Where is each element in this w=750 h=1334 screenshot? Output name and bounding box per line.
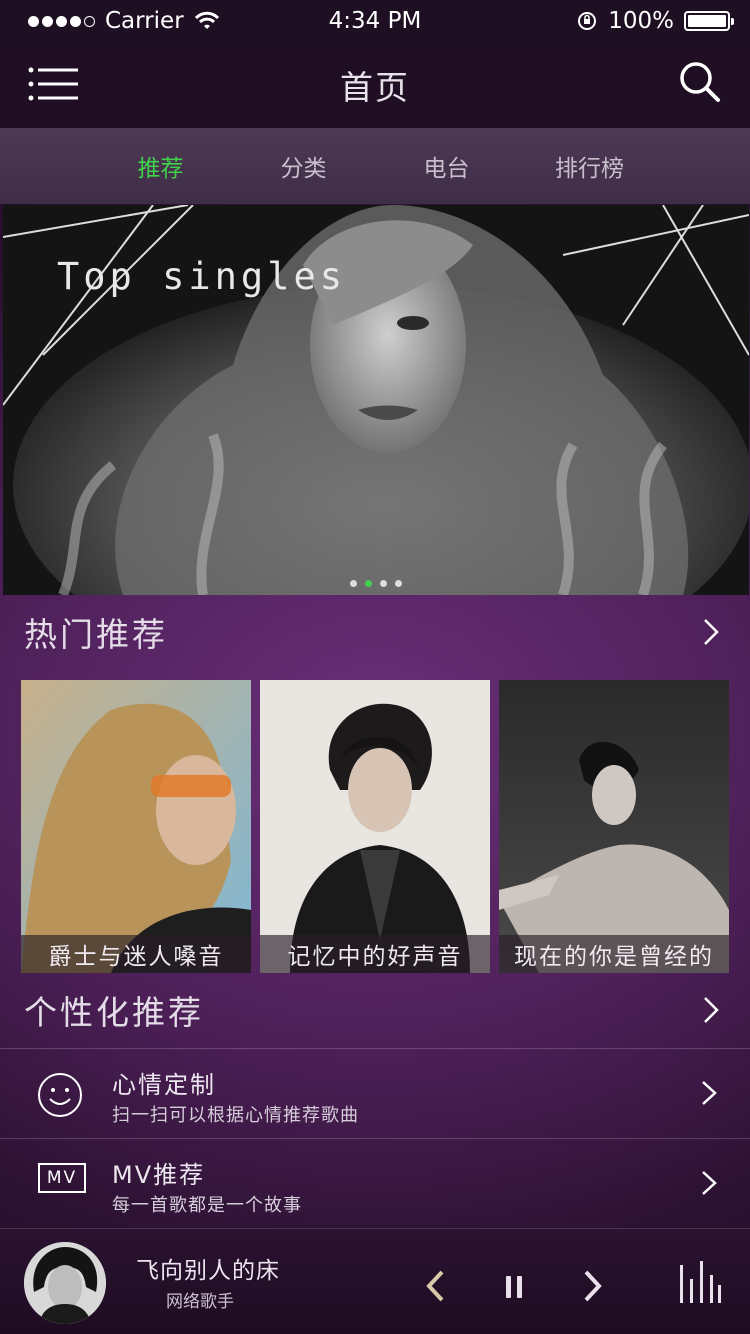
hot-cards: 爵士与迷人嗓音 记忆中的好声音 现在的你是曾经的 — [21, 680, 729, 973]
status-left: Carrier — [28, 8, 220, 34]
personal-section-header[interactable]: 个性化推荐 — [0, 980, 750, 1040]
hot-section-header[interactable]: 热门推荐 — [0, 602, 750, 662]
battery-percent: 100% — [608, 8, 674, 34]
next-icon[interactable] — [582, 1269, 604, 1303]
banner-title: Top singles — [57, 255, 347, 298]
status-right: 100% — [576, 8, 734, 34]
carousel-dot[interactable] — [380, 580, 387, 587]
carousel-dot[interactable] — [395, 580, 402, 587]
previous-icon[interactable] — [424, 1269, 446, 1303]
pause-icon[interactable] — [504, 1274, 524, 1300]
mini-player[interactable]: 飞向别人的床 网络歌手 — [0, 1228, 750, 1334]
signal-icon — [28, 15, 95, 27]
playlist-bars-icon[interactable] — [678, 1259, 722, 1305]
wifi-icon — [194, 11, 219, 29]
row-title: 心情定制 — [112, 1071, 216, 1099]
row-subtitle: 每一首歌都是一个故事 — [112, 1195, 302, 1216]
chevron-right-icon[interactable] — [700, 1169, 718, 1197]
card-image — [499, 680, 729, 973]
search-icon[interactable] — [678, 60, 722, 104]
carousel-dot-active[interactable] — [365, 580, 372, 587]
chevron-right-icon[interactable] — [702, 995, 720, 1025]
mv-icon: MV — [38, 1163, 86, 1193]
tab-charts[interactable]: 排行榜 — [518, 149, 661, 183]
artist-name: 网络歌手 — [166, 1292, 234, 1312]
hot-card[interactable]: 记忆中的好声音 — [260, 680, 490, 973]
page-title: 首页 — [340, 68, 410, 107]
category-tabs: 推荐 分类 电台 排行榜 — [0, 128, 750, 204]
song-title: 飞向别人的床 — [136, 1258, 280, 1284]
carousel-dots — [3, 580, 749, 587]
banner-carousel[interactable]: Top singles — [3, 205, 749, 595]
hot-card[interactable]: 现在的你是曾经的 — [499, 680, 729, 973]
chevron-right-icon[interactable] — [702, 617, 720, 647]
list-item-mood[interactable]: 心情定制 扫一扫可以根据心情推荐歌曲 — [0, 1048, 750, 1136]
row-subtitle: 扫一扫可以根据心情推荐歌曲 — [112, 1105, 359, 1126]
hot-card[interactable]: 爵士与迷人嗓音 — [21, 680, 251, 973]
battery-icon — [684, 11, 734, 31]
album-art[interactable] — [24, 1242, 106, 1324]
section-title-personal: 个性化推荐 — [24, 993, 204, 1032]
card-caption: 现在的你是曾经的 — [499, 935, 729, 973]
card-image — [21, 680, 251, 973]
section-title-hot: 热门推荐 — [24, 615, 168, 654]
list-item-mv[interactable]: MV MV推荐 每一首歌都是一个故事 — [0, 1138, 750, 1226]
tab-radio[interactable]: 电台 — [375, 149, 518, 183]
rotation-lock-icon — [578, 12, 597, 30]
chevron-right-icon[interactable] — [700, 1079, 718, 1107]
tab-recommend[interactable]: 推荐 — [89, 149, 232, 183]
carrier-label: Carrier — [105, 8, 184, 34]
nav-bar: 首页 — [0, 42, 750, 128]
smile-icon — [38, 1073, 82, 1117]
row-title: MV推荐 — [112, 1161, 206, 1189]
card-caption: 爵士与迷人嗓音 — [21, 935, 251, 973]
carousel-dot[interactable] — [350, 580, 357, 587]
status-bar: Carrier 4:34 PM 100% — [0, 0, 750, 42]
card-image — [260, 680, 490, 973]
menu-icon[interactable] — [28, 66, 80, 102]
tab-category[interactable]: 分类 — [232, 149, 375, 183]
card-caption: 记忆中的好声音 — [260, 935, 490, 973]
